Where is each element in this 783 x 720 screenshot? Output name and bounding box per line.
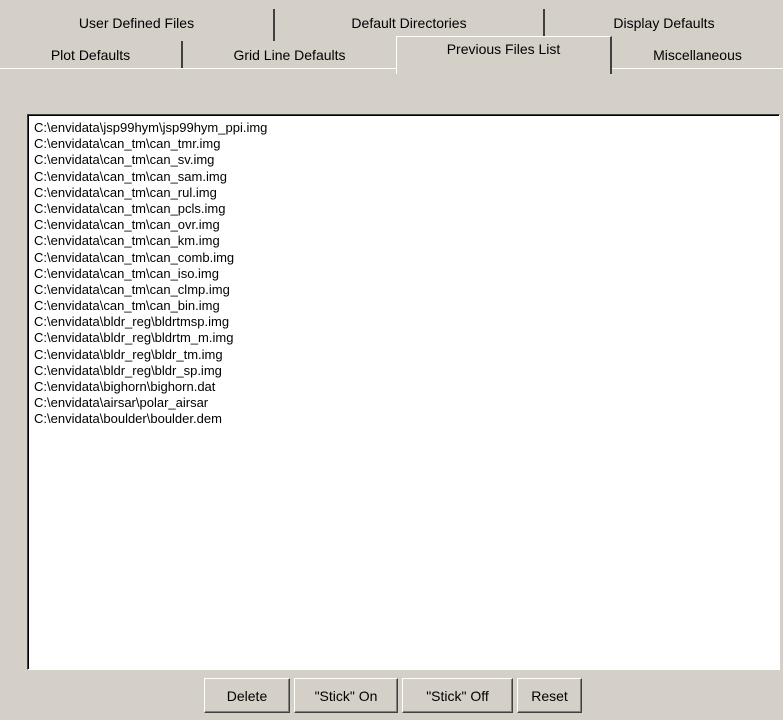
list-item[interactable]: C:\envidata\can_tm\can_pcls.img [34,201,773,217]
list-item[interactable]: C:\envidata\bldr_reg\bldr_tm.img [34,347,773,363]
list-item[interactable]: C:\envidata\can_tm\can_ovr.img [34,217,773,233]
list-item[interactable]: C:\envidata\bldr_reg\bldrtm_m.img [34,330,773,346]
previous-files-listbox[interactable]: C:\envidata\jsp99hym\jsp99hym_ppi.img C:… [27,114,780,670]
reset-button[interactable]: Reset [517,678,582,713]
list-item[interactable]: C:\envidata\jsp99hym\jsp99hym_ppi.img [34,120,773,136]
tab-user-defined-files[interactable]: User Defined Files [0,9,275,41]
tab-strip-edge [0,68,783,69]
list-item[interactable]: C:\envidata\can_tm\can_comb.img [34,250,773,266]
list-item[interactable]: C:\envidata\can_tm\can_sam.img [34,169,773,185]
tab-miscellaneous[interactable]: Miscellaneous [612,41,783,68]
tab-plot-defaults[interactable]: Plot Defaults [0,41,183,68]
list-item[interactable]: C:\envidata\can_tm\can_sv.img [34,152,773,168]
list-item[interactable]: C:\envidata\bldr_reg\bldrtmsp.img [34,314,773,330]
list-item[interactable]: C:\envidata\airsar\polar_airsar [34,395,773,411]
list-item[interactable]: C:\envidata\bighorn\bighorn.dat [34,379,773,395]
list-item[interactable]: C:\envidata\can_tm\can_km.img [34,233,773,249]
list-item[interactable]: C:\envidata\boulder\boulder.dem [34,411,773,427]
stick-on-button[interactable]: "Stick" On [294,678,398,713]
list-item[interactable]: C:\envidata\can_tm\can_clmp.img [34,282,773,298]
list-item[interactable]: C:\envidata\bldr_reg\bldr_sp.img [34,363,773,379]
list-item[interactable]: C:\envidata\can_tm\can_bin.img [34,298,773,314]
list-item[interactable]: C:\envidata\can_tm\can_rul.img [34,185,773,201]
stick-off-button[interactable]: "Stick" Off [402,678,513,713]
tab-grid-line-defaults[interactable]: Grid Line Defaults [183,41,396,68]
tab-previous-files-list[interactable]: Previous Files List [396,36,612,74]
delete-button[interactable]: Delete [204,678,290,713]
list-item[interactable]: C:\envidata\can_tm\can_iso.img [34,266,773,282]
list-item[interactable]: C:\envidata\can_tm\can_tmr.img [34,136,773,152]
